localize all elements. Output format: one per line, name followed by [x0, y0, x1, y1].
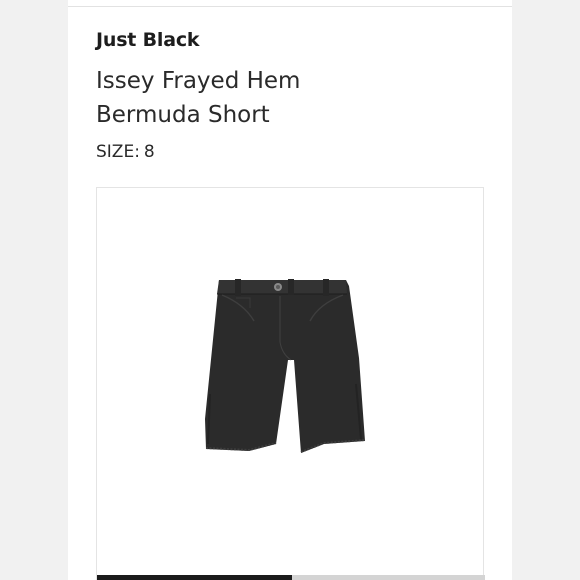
product-card: Just Black Issey Frayed Hem Bermuda Shor…: [68, 0, 512, 580]
gallery-indicator: [97, 575, 485, 580]
gallery-indicator-active[interactable]: [97, 575, 291, 580]
size-label: SIZE:: [96, 142, 140, 162]
size-info: SIZE: 8: [96, 142, 155, 162]
size-value: 8: [143, 142, 155, 162]
top-divider: [68, 6, 512, 7]
brand-name: Just Black: [96, 29, 200, 51]
denim-shorts-photo: [205, 279, 366, 453]
product-title: Issey Frayed Hem Bermuda Short: [96, 68, 301, 128]
product-image-frame[interactable]: [96, 187, 485, 580]
gallery-indicator-inactive[interactable]: [291, 575, 485, 580]
